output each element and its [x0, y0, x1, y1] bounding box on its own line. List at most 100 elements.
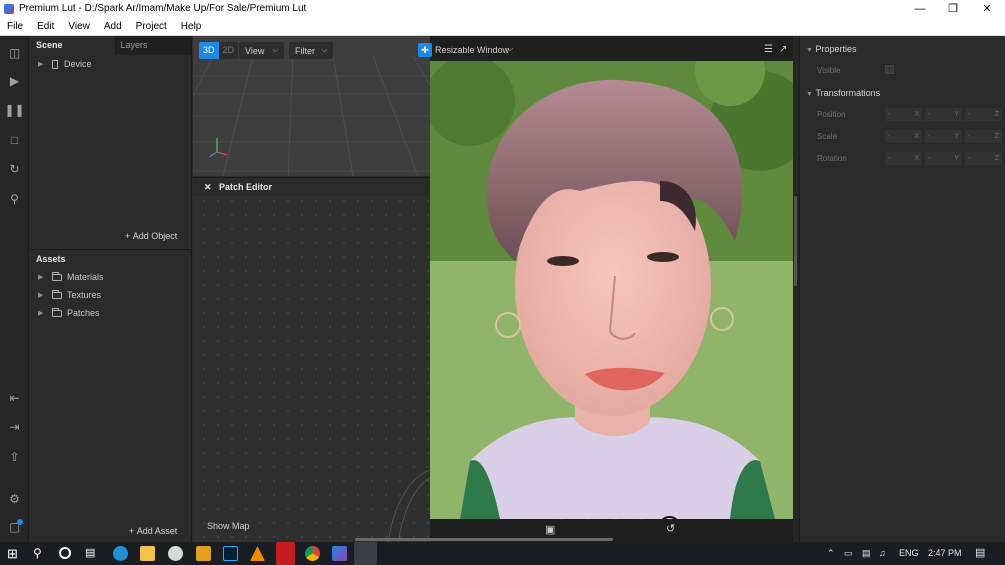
bug-icon[interactable]: ⚙	[7, 491, 22, 506]
mode-2d-button[interactable]: 2D	[219, 42, 239, 59]
asset-item-patches[interactable]: ▶ Patches	[38, 307, 100, 318]
stop-icon[interactable]: □	[7, 132, 22, 147]
properties-title: Properties	[815, 44, 857, 54]
scrollbar-thumb[interactable]	[794, 196, 797, 286]
menu-edit[interactable]: Edit	[30, 21, 61, 32]
rotate-device-icon[interactable]: ↺	[666, 522, 675, 535]
position-z-field[interactable]: -Z	[965, 108, 1002, 121]
clock[interactable]: 2:47 PM	[928, 542, 962, 565]
edge-icon[interactable]	[113, 546, 128, 561]
notification-dot	[17, 519, 23, 525]
menu-icon[interactable]: ☰	[764, 44, 773, 55]
show-map-button[interactable]: Show Map	[207, 521, 250, 531]
file-explorer-icon[interactable]	[140, 546, 155, 561]
asset-item-textures[interactable]: ▶ Textures	[38, 289, 102, 300]
transformations-header[interactable]: ▼ Transformations	[806, 88, 880, 98]
menu-file[interactable]: File	[0, 21, 30, 32]
plus-icon: +	[125, 231, 133, 241]
minimize-button[interactable]: —	[902, 0, 938, 17]
position-y-field[interactable]: -Y	[925, 108, 962, 121]
folder-icon	[52, 307, 62, 317]
popout-icon[interactable]: ↗	[779, 44, 787, 55]
menu-add[interactable]: Add	[97, 21, 129, 32]
folder-icon	[52, 289, 62, 299]
scene-item-device[interactable]: ▶ Device	[38, 59, 92, 69]
asset-item-materials[interactable]: ▶ Materials	[38, 271, 104, 282]
restore-button[interactable]: ❐	[935, 0, 971, 17]
position-x-field[interactable]: -X	[885, 108, 922, 121]
scale-y-field[interactable]: -Y	[925, 130, 962, 143]
chrome-icon[interactable]	[305, 546, 320, 561]
window-title: Premium Lut - D:/Spark Ar/Imam/Make Up/F…	[19, 3, 307, 14]
plus-icon: +	[129, 526, 137, 536]
opera-icon[interactable]	[276, 542, 295, 565]
properties-header[interactable]: ▼ Properties	[806, 44, 856, 54]
device-selector[interactable]: Resizable Window	[435, 45, 509, 55]
transformations-title: Transformations	[815, 88, 881, 98]
camera-preview[interactable]: 1 2 3 4 5	[430, 61, 793, 519]
windows-start-icon[interactable]: ⊞	[7, 546, 22, 561]
video-camera-icon[interactable]: ▶	[7, 73, 22, 88]
properties-panel: ▼ Properties Visible ▼ Transformations P…	[799, 36, 1005, 542]
media-player-icon[interactable]	[168, 546, 183, 561]
upload-icon[interactable]: ⇧	[7, 449, 22, 464]
camera-switch-icon[interactable]: ▣	[545, 523, 555, 536]
scene-tabs: Scene Layers	[30, 36, 191, 55]
spark-ar-logo-icon	[4, 3, 14, 14]
close-window-button[interactable]: ✕	[969, 0, 1005, 17]
caret-right-icon[interactable]: ▶	[38, 309, 52, 317]
move-icon[interactable]: ✚	[418, 43, 432, 57]
folder-icon	[52, 271, 62, 281]
mode-3d-button[interactable]: 3D	[199, 42, 219, 59]
caret-down-icon: ▼	[806, 47, 813, 54]
rotation-z-field[interactable]: -Z	[965, 152, 1002, 165]
asset-item-label: Materials	[67, 272, 104, 282]
chevron-down-icon[interactable]: ⌵	[507, 44, 513, 54]
active-app-icon[interactable]	[354, 542, 377, 565]
asset-item-label: Textures	[67, 290, 102, 300]
spark-ar-taskbar-icon[interactable]	[332, 546, 347, 561]
add-object-button[interactable]: + Add Object	[125, 231, 177, 241]
layout-icon[interactable]: ◫	[7, 45, 22, 60]
cortana-icon[interactable]	[59, 547, 71, 559]
scale-x-field[interactable]: -X	[885, 130, 922, 143]
vlc-icon[interactable]	[250, 546, 265, 561]
volume-icon[interactable]: ♫	[879, 542, 886, 565]
photoshop-icon[interactable]	[223, 546, 238, 561]
filter-dropdown[interactable]: Filter ⌵	[289, 42, 333, 59]
caret-down-icon: ▼	[806, 91, 813, 98]
send-to-device-icon[interactable]: ⇥	[7, 419, 22, 434]
viewport-3d[interactable]: 3D 2D View ⌵ Filter ⌵	[193, 36, 430, 176]
menu-help[interactable]: Help	[174, 21, 209, 32]
caret-right-icon[interactable]: ▶	[38, 291, 52, 299]
asset-item-label: Patches	[67, 308, 100, 318]
network-icon[interactable]: ▤	[862, 542, 871, 565]
scale-z-field[interactable]: -Z	[965, 130, 1002, 143]
import-icon[interactable]: ⇤	[7, 390, 22, 405]
chevron-up-icon[interactable]: ⌃	[827, 542, 835, 565]
battery-icon[interactable]: ▭	[844, 542, 853, 565]
menu-project[interactable]: Project	[129, 21, 174, 32]
scene-item-label: Device	[64, 59, 92, 69]
visible-checkbox[interactable]	[885, 65, 894, 74]
rotation-x-field[interactable]: -X	[885, 152, 922, 165]
tab-layers[interactable]: Layers	[115, 36, 154, 55]
rotation-y-field[interactable]: -Y	[925, 152, 962, 165]
caret-right-icon[interactable]: ▶	[38, 60, 52, 68]
view-dropdown[interactable]: View ⌵	[239, 42, 284, 59]
add-asset-button[interactable]: + Add Asset	[129, 526, 177, 536]
notification-center-icon[interactable]: ▤	[975, 542, 985, 565]
task-view-icon[interactable]: ▤	[85, 546, 100, 561]
language-indicator[interactable]: ENG	[899, 542, 919, 565]
caret-right-icon[interactable]: ▶	[38, 273, 52, 281]
horizontal-scrollbar[interactable]	[355, 538, 613, 541]
patch-editor-panel[interactable]: ✕ Patch Editor Show Map	[193, 177, 430, 543]
pause-icon[interactable]: ❚❚	[4, 102, 24, 117]
menu-view[interactable]: View	[61, 21, 97, 32]
scene-panel: Scene Layers ▶ Device + Add Object	[30, 36, 192, 248]
search-icon[interactable]: ⚲	[33, 546, 48, 561]
search-icon[interactable]: ⚲	[7, 191, 22, 206]
refresh-icon[interactable]: ↻	[7, 161, 22, 176]
app-icon[interactable]	[196, 546, 211, 561]
tab-scene[interactable]: Scene	[30, 36, 115, 55]
